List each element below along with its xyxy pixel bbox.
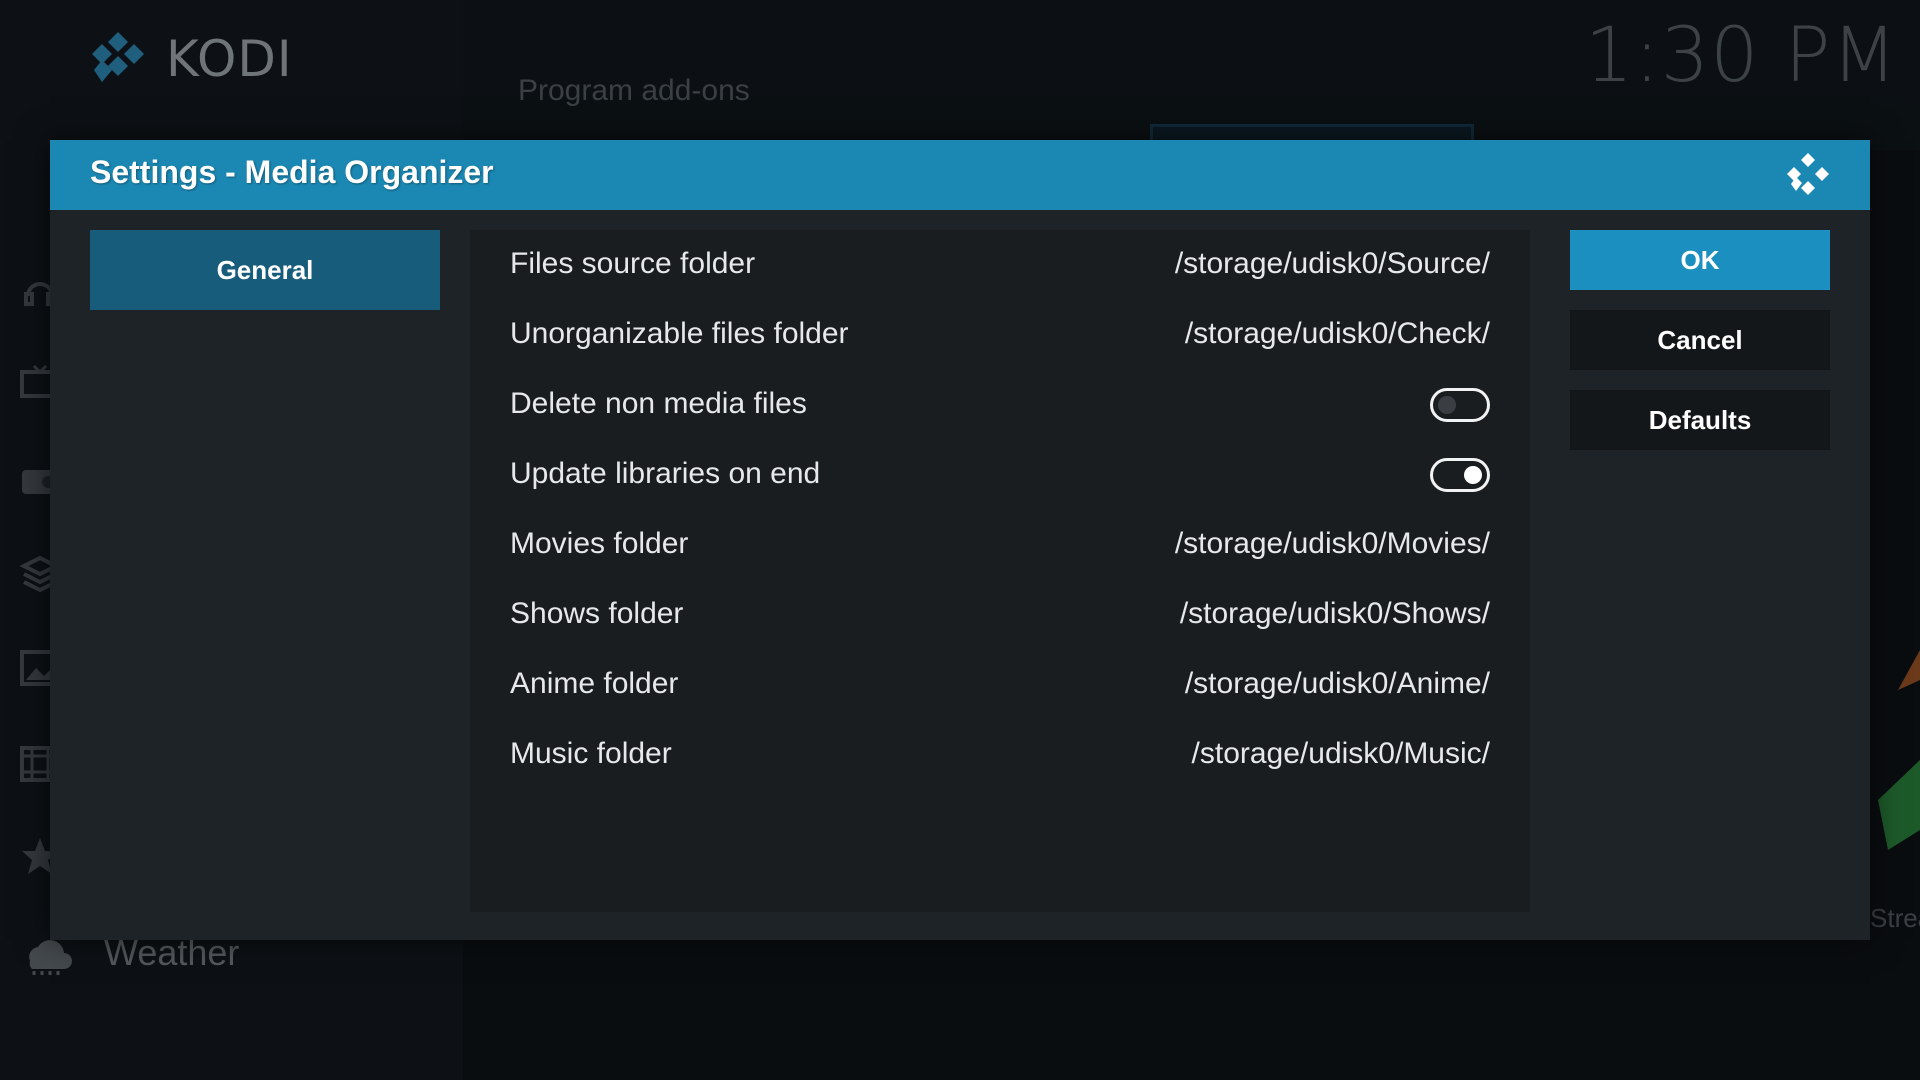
setting-value: /storage/udisk0/Shows/ (1179, 597, 1490, 630)
dialog-title: Settings - Media Organizer (90, 154, 494, 190)
ok-button[interactable]: OK (1570, 230, 1830, 290)
setting-value: /storage/udisk0/Music/ (1191, 737, 1490, 770)
setting-label: Shows folder (510, 597, 684, 630)
setting-label: Unorganizable files folder (510, 317, 849, 350)
setting-value: /storage/udisk0/Check/ (1184, 317, 1490, 350)
settings-list: Files source folder /storage/udisk0/Sour… (470, 230, 1530, 912)
kodi-logo-icon (92, 32, 144, 82)
update-libraries-toggle[interactable] (1430, 458, 1490, 492)
toggle-knob (1438, 396, 1456, 414)
background-stream-label: Strea (1870, 903, 1920, 933)
setting-label: Files source folder (510, 247, 756, 280)
setting-shows-folder[interactable]: Shows folder /storage/udisk0/Shows/ (470, 580, 1530, 650)
clock: 1:30 PM (1584, 10, 1898, 99)
dialog-header: Settings - Media Organizer (50, 140, 1870, 210)
defaults-button[interactable]: Defaults (1570, 390, 1830, 450)
background-section-heading: Program add-ons (518, 74, 750, 107)
setting-label: Music folder (510, 737, 672, 770)
setting-music-folder[interactable]: Music folder /storage/udisk0/Music/ (470, 720, 1530, 790)
setting-label: Movies folder (510, 527, 689, 560)
setting-value: /storage/udisk0/Anime/ (1184, 667, 1490, 700)
settings-dialog: Settings - Media Organizer General Files… (50, 140, 1870, 940)
setting-label: Delete non media files (510, 387, 807, 420)
weather-icon (29, 940, 72, 975)
kodi-logo-icon (1787, 153, 1829, 195)
setting-update-libraries-on-end[interactable]: Update libraries on end (470, 440, 1530, 510)
setting-label: Anime folder (510, 667, 679, 700)
cancel-button[interactable]: Cancel (1570, 310, 1830, 370)
setting-value: /storage/udisk0/Movies/ (1174, 527, 1490, 560)
setting-delete-non-media-files[interactable]: Delete non media files (470, 370, 1530, 440)
setting-value: /storage/udisk0/Source/ (1174, 247, 1490, 280)
category-list: General (90, 230, 440, 310)
setting-files-source-folder[interactable]: Files source folder /storage/udisk0/Sour… (470, 230, 1530, 300)
setting-label: Update libraries on end (510, 457, 821, 490)
kodi-wordmark: KODI (166, 30, 293, 88)
dialog-buttons: OK Cancel Defaults (1570, 230, 1830, 470)
background-artwork (1878, 650, 1920, 850)
setting-anime-folder[interactable]: Anime folder /storage/udisk0/Anime/ (470, 650, 1530, 720)
setting-movies-folder[interactable]: Movies folder /storage/udisk0/Movies/ (470, 510, 1530, 580)
setting-unorganizable-files-folder[interactable]: Unorganizable files folder /storage/udis… (470, 300, 1530, 370)
category-general[interactable]: General (90, 230, 440, 310)
delete-non-media-toggle[interactable] (1430, 388, 1490, 422)
toggle-knob (1464, 466, 1482, 484)
